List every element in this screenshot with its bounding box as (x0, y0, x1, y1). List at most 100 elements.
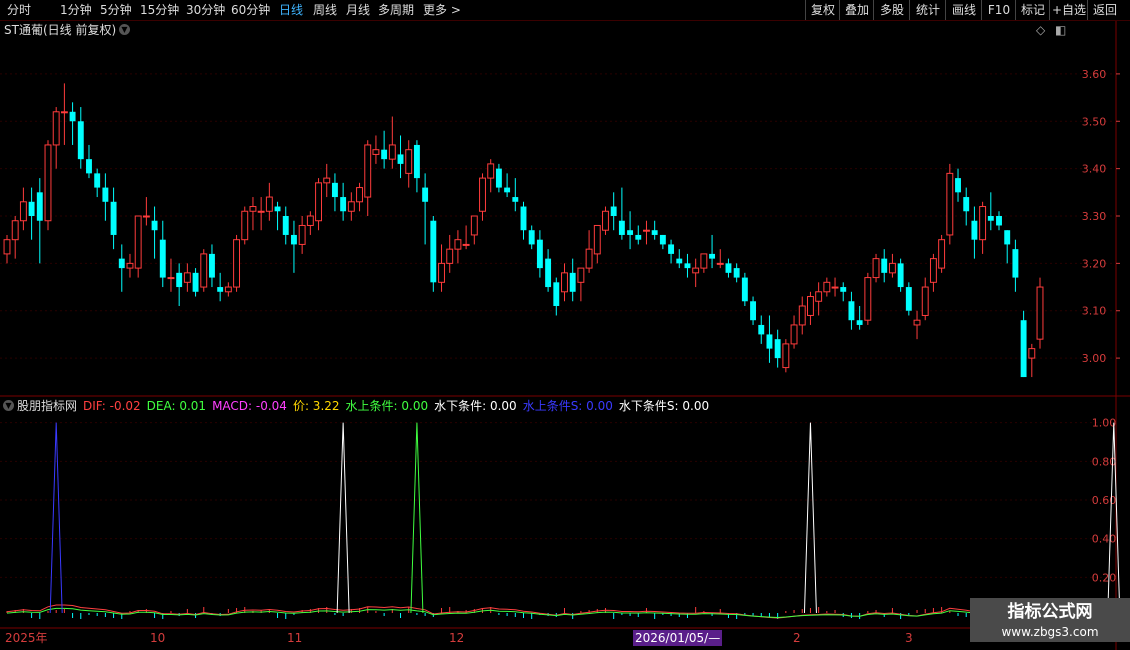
candle-body (118, 258, 125, 269)
diamond-icon[interactable]: ◇ (1036, 23, 1045, 37)
candle-body (905, 287, 912, 311)
candle-body (963, 197, 970, 212)
candle-body (487, 163, 495, 179)
indicator-tick-label: 0.20 (1092, 571, 1117, 584)
candle-body (913, 319, 921, 326)
candle-body (102, 187, 109, 202)
price-tick-label: 3.20 (1082, 257, 1107, 270)
period-tab[interactable]: 1分钟 (60, 1, 92, 19)
action-button[interactable]: +自选 (1049, 0, 1088, 20)
watermark-url: www.zbgs3.com (1001, 625, 1099, 639)
candle-body (881, 258, 888, 273)
price-tick-label: 3.00 (1082, 352, 1107, 365)
chevron-down-icon[interactable]: ▼ (3, 400, 14, 411)
date-label: 2025年 (5, 631, 48, 645)
candle-body (1020, 320, 1027, 378)
candle-body (479, 177, 486, 212)
candle-body (504, 187, 511, 193)
period-tab[interactable]: 月线 (346, 1, 370, 19)
candle-body (134, 215, 142, 269)
candle-body (946, 172, 954, 236)
candle-body (19, 201, 27, 222)
candle-body (798, 305, 806, 326)
period-tab[interactable]: 60分钟 (231, 1, 270, 19)
period-tab[interactable]: 分时 (7, 1, 31, 19)
candle-body (815, 291, 823, 302)
candle-body (298, 224, 306, 245)
indicator-value: MACD: -0.04 (212, 399, 287, 413)
candle-body (700, 253, 708, 269)
candle-body (331, 182, 338, 198)
candle-body (602, 210, 609, 231)
candle-body (676, 258, 683, 264)
candle-body (364, 144, 372, 198)
candle-body (446, 248, 454, 264)
more-menu[interactable]: 更多 > (423, 1, 461, 19)
candle-body (209, 253, 215, 278)
candle-body (774, 339, 781, 359)
candle-body (257, 210, 265, 213)
candle-body (709, 253, 716, 259)
period-tab[interactable]: 周线 (313, 1, 337, 19)
chevron-down-icon[interactable]: ▼ (119, 24, 130, 35)
candle-body (142, 215, 150, 218)
candle-body (430, 220, 437, 283)
candle-body (733, 268, 740, 278)
candle-body (11, 220, 19, 241)
action-button[interactable]: 画线 (945, 0, 982, 20)
candle-body (864, 277, 872, 321)
indicator-value: 水下条件: 0.00 (434, 399, 517, 413)
candle-body (69, 111, 76, 122)
indicator-values: DIF: -0.02 DEA: 0.01 MACD: -0.04 价: 3.22 水上条… (83, 399, 715, 413)
period-tab[interactable]: 5分钟 (100, 1, 132, 19)
indicator-tick-label: 0.60 (1092, 494, 1117, 507)
candle-body (3, 239, 11, 255)
candle-body (233, 239, 241, 288)
candle-body (381, 149, 388, 160)
signal-spike (1107, 422, 1121, 614)
candle-body (955, 178, 961, 193)
price-tick-label: 3.30 (1082, 210, 1107, 223)
period-tab[interactable]: 15分钟 (140, 1, 179, 19)
candle-body (848, 301, 855, 321)
candle-body (462, 243, 470, 246)
candle-body (1028, 348, 1036, 359)
candle-body (356, 187, 363, 203)
candle-body (692, 267, 700, 274)
action-button[interactable]: 叠加 (839, 0, 874, 20)
candle-body (241, 210, 249, 241)
candle-body (126, 262, 134, 269)
candle-body (470, 215, 478, 236)
action-button[interactable]: 统计 (909, 0, 946, 20)
candle-body (627, 230, 634, 235)
candle-body (938, 239, 946, 269)
price-tick-label: 3.50 (1082, 115, 1107, 128)
watermark-title: 指标公式网 (1007, 602, 1093, 622)
indicator-tick-label: 1.00 (1092, 417, 1117, 430)
candle-body (495, 168, 502, 188)
period-tab-active[interactable]: 日线 (279, 1, 303, 19)
candle-body (996, 216, 1002, 226)
chart-canvas[interactable]: 3.603.503.403.303.203.103.001.000.800.60… (0, 0, 1130, 650)
candle-body (52, 111, 60, 146)
candle-body (668, 244, 675, 254)
action-button[interactable]: 复权 (805, 0, 840, 20)
action-button[interactable]: F10 (981, 0, 1016, 20)
action-button[interactable]: 返回 (1087, 0, 1122, 20)
signal-spike (410, 422, 424, 614)
action-button[interactable]: 标记 (1015, 0, 1050, 20)
candle-body (192, 272, 199, 292)
indicator-name: 股朋指标网 (17, 399, 78, 413)
action-button[interactable]: 多股 (873, 0, 910, 20)
period-tab[interactable]: 30分钟 (186, 1, 225, 19)
candle-body (44, 144, 52, 222)
candle-body (520, 206, 527, 231)
period-tab[interactable]: 多周期 (378, 1, 414, 19)
candle-body (176, 272, 183, 288)
candle-body (929, 258, 937, 283)
indicator-tick-label: 0.40 (1092, 533, 1117, 546)
panel-toggle-icon[interactable]: ◧ (1055, 23, 1066, 37)
signal-spike (803, 422, 817, 614)
date-label: 2 (793, 631, 801, 645)
candle-body (1012, 249, 1019, 278)
